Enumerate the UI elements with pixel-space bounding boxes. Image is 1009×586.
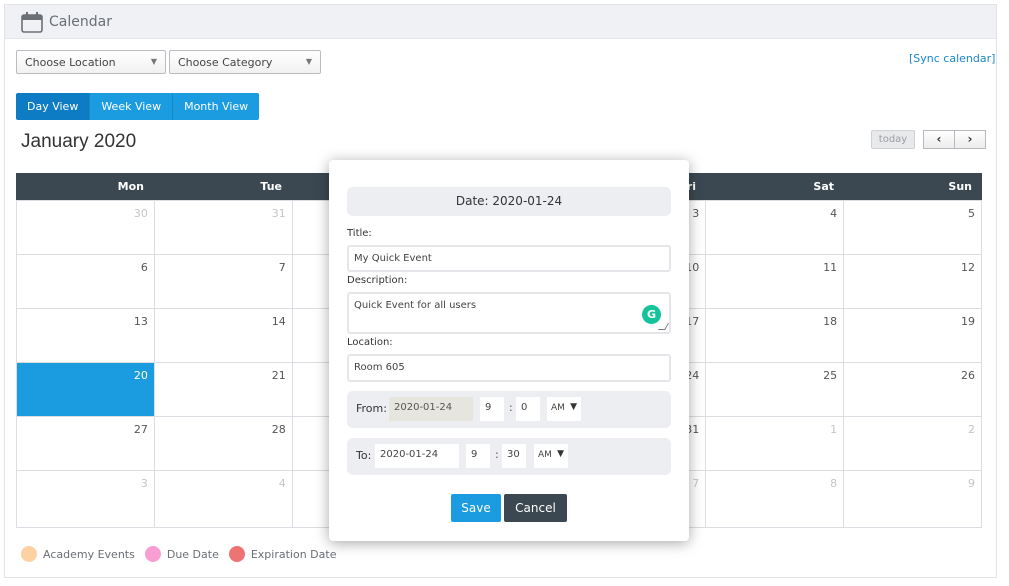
dialog-date: Date: 2020-01-24 xyxy=(347,187,671,216)
day-cell[interactable]: 7 xyxy=(154,255,293,309)
resize-handle-icon[interactable] xyxy=(657,323,670,330)
weekday-header-cell: Mon xyxy=(117,180,144,193)
grammarly-icon[interactable]: G xyxy=(642,305,661,324)
location-input[interactable]: Room 605 xyxy=(347,354,671,382)
weekday-header-cell: Tue xyxy=(260,180,282,193)
title-input[interactable]: My Quick Event xyxy=(347,245,671,272)
day-cell[interactable]: 1 xyxy=(706,417,845,471)
day-cell[interactable]: 4 xyxy=(154,471,293,528)
legend-item: Expiration Date xyxy=(228,546,337,562)
day-cell[interactable]: 6 xyxy=(17,255,155,309)
legend-label: Expiration Date xyxy=(250,547,337,561)
from-ampm-value: AM xyxy=(551,403,565,413)
legend-dot-icon xyxy=(144,546,161,562)
cancel-button[interactable]: Cancel xyxy=(504,494,567,522)
month-view-button[interactable]: Month View xyxy=(173,93,260,120)
time-colon: : xyxy=(495,448,499,461)
category-select[interactable]: Choose Category ▼ xyxy=(169,50,321,74)
day-cell[interactable]: 4 xyxy=(706,201,845,255)
to-hour-input[interactable]: 9 xyxy=(466,444,490,468)
weekday-header-cell: Sun xyxy=(948,180,972,193)
title-label: Title: xyxy=(347,228,372,239)
legend: Academy Events Due Date Expiration Date xyxy=(21,546,346,562)
legend-dot-icon xyxy=(228,546,245,562)
day-cell[interactable]: 28 xyxy=(154,417,293,471)
day-cell[interactable]: 11 xyxy=(706,255,845,309)
from-ampm-select[interactable]: AM ▼ xyxy=(547,397,581,421)
to-ampm-select[interactable]: AM ▼ xyxy=(534,444,568,468)
day-view-button[interactable]: Day View xyxy=(16,93,91,120)
day-cell[interactable]: 3 xyxy=(17,471,155,528)
to-time-box: To: 2020-01-24 9 : 30 AM ▼ xyxy=(347,438,671,475)
weekday-header-cell: Sat xyxy=(813,180,834,193)
day-cell[interactable]: 31 xyxy=(154,201,293,255)
save-button[interactable]: Save xyxy=(451,494,501,522)
day-cell[interactable]: 30 xyxy=(17,201,155,255)
day-cell[interactable]: 19 xyxy=(844,309,983,363)
day-cell[interactable]: 25 xyxy=(706,363,845,417)
from-time-box: From: 2020-01-24 9 : 0 AM ▼ xyxy=(347,391,671,428)
sync-calendar-link[interactable]: [Sync calendar] xyxy=(909,52,995,65)
day-cell[interactable]: 2 xyxy=(844,417,983,471)
today-button[interactable]: today xyxy=(871,130,915,149)
legend-item: Due Date xyxy=(144,546,219,562)
to-date-input[interactable]: 2020-01-24 xyxy=(375,444,459,468)
caret-down-icon: ▼ xyxy=(150,57,157,66)
location-label: Location: xyxy=(347,337,393,348)
legend-item: Academy Events xyxy=(21,546,135,562)
location-select-value: Choose Location xyxy=(25,56,116,69)
week-view-button[interactable]: Week View xyxy=(90,93,174,120)
panel-title: Calendar xyxy=(49,13,112,30)
location-select[interactable]: Choose Location ▼ xyxy=(16,50,166,74)
to-minute-input[interactable]: 30 xyxy=(502,444,526,468)
legend-dot-icon xyxy=(21,546,37,562)
day-cell[interactable]: 27 xyxy=(17,417,155,471)
day-cell[interactable]: 14 xyxy=(154,309,293,363)
day-cell[interactable]: 18 xyxy=(706,309,845,363)
day-cell[interactable]: 21 xyxy=(154,363,293,417)
day-cell[interactable]: 13 xyxy=(17,309,155,363)
chevron-right-icon: › xyxy=(967,132,973,146)
description-label: Description: xyxy=(347,275,408,286)
description-text: Quick Event for all users xyxy=(354,300,477,311)
view-switcher: Day View Week View Month View xyxy=(16,93,260,120)
month-title: January 2020 xyxy=(21,131,137,152)
prev-month-button[interactable]: ‹ xyxy=(923,130,955,149)
from-label: From: xyxy=(356,402,387,415)
day-cell[interactable]: 9 xyxy=(844,471,983,528)
calendar-icon xyxy=(21,11,43,33)
caret-down-icon: ▼ xyxy=(305,57,312,66)
caret-down-icon: ▼ xyxy=(557,449,564,459)
day-cell[interactable]: 5 xyxy=(844,201,983,255)
from-minute-input[interactable]: 0 xyxy=(516,397,540,421)
category-select-value: Choose Category xyxy=(178,56,273,69)
quick-event-dialog: Date: 2020-01-24 Title: My Quick Event D… xyxy=(329,160,689,541)
chevron-left-icon: ‹ xyxy=(936,132,942,146)
from-hour-input[interactable]: 9 xyxy=(480,397,504,421)
to-label: To: xyxy=(356,449,372,462)
time-colon: : xyxy=(509,401,513,414)
legend-label: Due Date xyxy=(166,547,219,561)
caret-down-icon: ▼ xyxy=(570,402,577,412)
description-textarea[interactable]: Quick Event for all users G xyxy=(347,292,671,334)
from-date-input: 2020-01-24 xyxy=(389,397,473,421)
to-ampm-value: AM xyxy=(538,450,552,460)
panel-header: Calendar xyxy=(5,5,996,39)
day-cell[interactable]: 8 xyxy=(706,471,845,528)
next-month-button[interactable]: › xyxy=(954,130,986,149)
day-cell[interactable]: 12 xyxy=(844,255,983,309)
day-cell[interactable]: 26 xyxy=(844,363,983,417)
legend-label: Academy Events xyxy=(43,547,135,561)
day-cell[interactable]: 20 xyxy=(17,363,155,417)
